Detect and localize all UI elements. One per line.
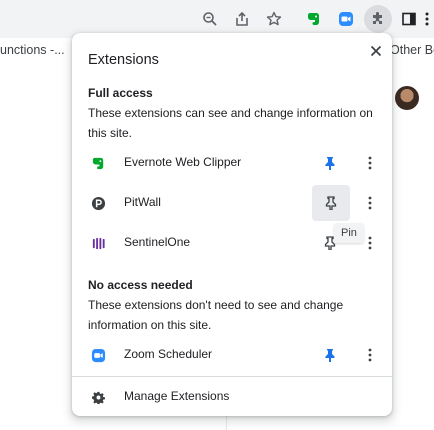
sentinelone-icon — [90, 235, 106, 251]
zoom-scheduler-icon[interactable] — [334, 7, 358, 31]
close-button[interactable] — [366, 41, 386, 61]
extensions-puzzle-icon[interactable] — [364, 5, 392, 33]
extensions-menu: Extensions Full access These extensions … — [72, 33, 392, 416]
pin-filled-icon — [324, 156, 336, 170]
extension-row-pitwall[interactable]: PitWall — [72, 183, 392, 223]
evernote-icon[interactable] — [302, 7, 326, 31]
extension-row-evernote[interactable]: Evernote Web Clipper — [72, 143, 392, 183]
zoom-icon — [90, 347, 106, 363]
zoom-icon[interactable] — [198, 7, 222, 31]
popup-title: Extensions — [88, 52, 159, 68]
bookmark-star-icon[interactable] — [262, 7, 286, 31]
gear-icon — [90, 389, 106, 405]
pin-button[interactable] — [312, 185, 350, 221]
extension-name: Evernote Web Clipper — [124, 155, 242, 169]
more-vert-icon — [368, 236, 372, 250]
close-icon — [370, 45, 382, 57]
extension-more-button[interactable] — [360, 193, 380, 213]
extension-row-zoom-scheduler[interactable]: Zoom Scheduler — [72, 335, 392, 375]
more-vert-icon — [368, 196, 372, 210]
extension-name: SentinelOne — [124, 235, 191, 249]
pin-button[interactable] — [312, 337, 348, 373]
pin-filled-icon — [324, 348, 336, 362]
more-icon[interactable] — [420, 7, 434, 31]
full-access-description: These extensions can see and change info… — [88, 106, 373, 140]
more-vert-icon — [368, 156, 372, 170]
extension-name: PitWall — [124, 195, 161, 209]
full-access-heading: Full access — [88, 86, 153, 100]
extension-more-button[interactable] — [360, 153, 380, 173]
no-access-heading: No access needed — [88, 278, 193, 292]
avatar[interactable] — [395, 86, 419, 110]
manage-extensions-button[interactable]: Manage Extensions — [72, 378, 392, 414]
divider — [72, 376, 392, 377]
share-icon[interactable] — [230, 7, 254, 31]
evernote-icon — [90, 155, 106, 171]
manage-extensions-label: Manage Extensions — [124, 389, 230, 403]
extension-name: Zoom Scheduler — [124, 347, 213, 361]
pin-tooltip: Pin — [334, 223, 364, 243]
pitwall-icon — [90, 195, 106, 211]
more-vert-icon — [368, 348, 372, 362]
other-bookmarks[interactable]: Other Bo — [390, 43, 434, 57]
bookmark-item[interactable]: unctions -... — [0, 43, 65, 57]
side-panel-icon[interactable] — [397, 7, 421, 31]
no-access-description: These extensions don't need to see and c… — [88, 298, 344, 332]
extension-more-button[interactable] — [360, 345, 380, 365]
pin-outline-icon — [325, 196, 337, 210]
pin-button[interactable] — [312, 145, 348, 181]
